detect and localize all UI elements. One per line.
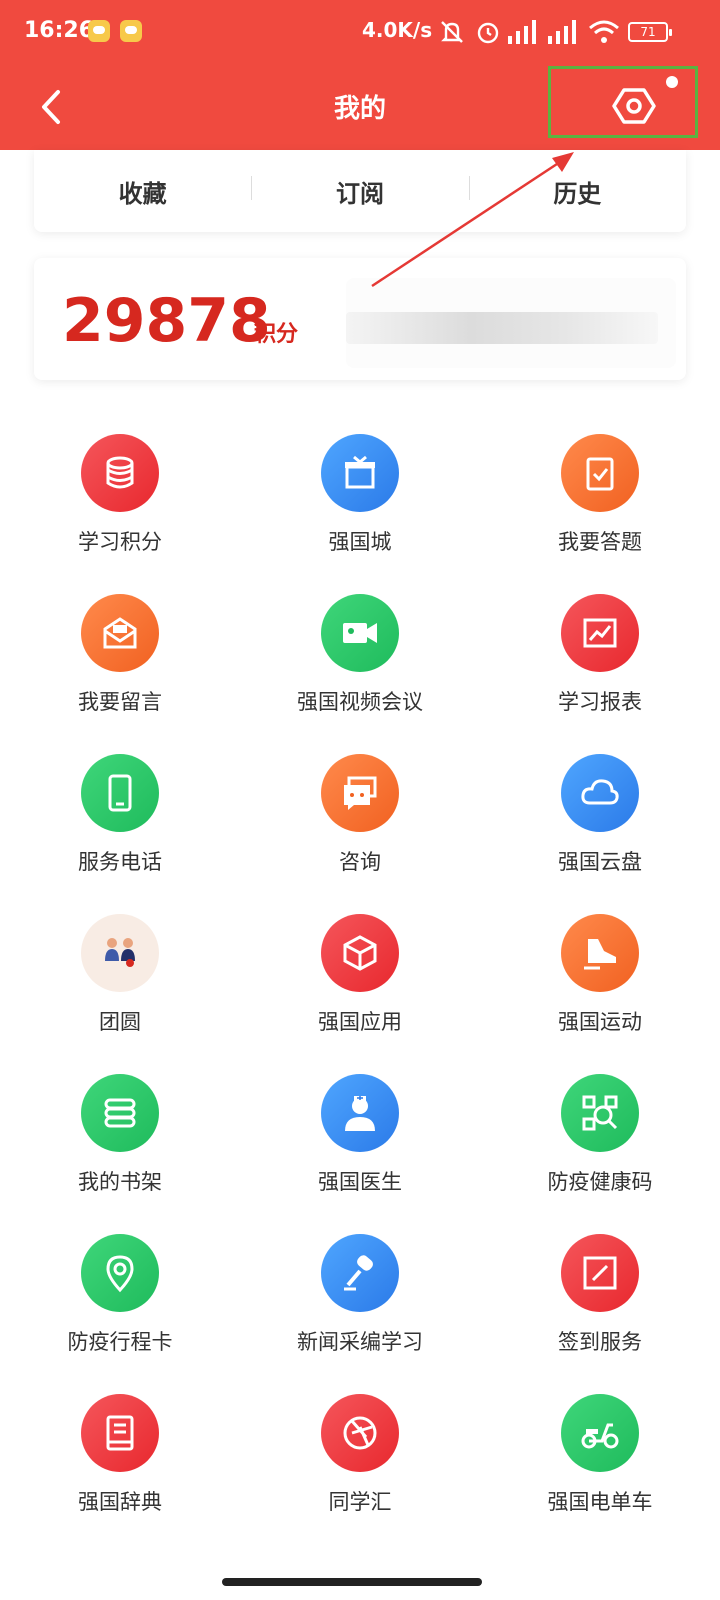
grid-item-message[interactable]: 我要留言 (0, 580, 240, 730)
doctor-icon (345, 1096, 375, 1131)
message-notification-icon (88, 20, 110, 42)
blurred-username (346, 312, 658, 344)
app-header: 我的 (0, 64, 720, 150)
microphone-icon (344, 1255, 373, 1291)
score-value: 29878 (62, 286, 271, 356)
cloud-icon (581, 779, 619, 805)
books-icon (104, 1098, 136, 1128)
score-card[interactable]: 29878 积分 (34, 258, 686, 380)
scooter-icon (581, 1423, 619, 1449)
tab-history[interactable]: 历史 (468, 174, 686, 209)
grid-item-doctor[interactable]: 强国医生 (240, 1060, 480, 1210)
status-time: 16:26 (24, 18, 95, 43)
clipboard-check-icon (586, 457, 614, 491)
chart-icon (583, 618, 617, 648)
score-unit: 积分 (254, 322, 299, 347)
notification-dot (666, 76, 678, 88)
grid-item-cloud-disk[interactable]: 强国云盘 (480, 740, 720, 890)
tabs-card: 收藏 订阅 历史 (34, 150, 686, 232)
gift-icon (345, 455, 375, 489)
grid-item-study-report[interactable]: 学习报表 (480, 580, 720, 730)
sign-in-icon (583, 1256, 617, 1290)
signal-icon (548, 20, 580, 44)
aperture-icon (343, 1416, 377, 1450)
grid-item-sports[interactable]: 强国运动 (480, 900, 720, 1050)
grid-item-quiz[interactable]: 我要答题 (480, 420, 720, 570)
signal-icon (508, 20, 540, 44)
family-icon (105, 938, 135, 967)
wifi-icon (589, 20, 619, 43)
settings-button[interactable] (610, 82, 658, 130)
chat-icon (344, 776, 377, 810)
network-speed: 4.0K/s (362, 18, 433, 42)
mail-icon (103, 617, 137, 649)
grid-item-bookshelf[interactable]: 我的书架 (0, 1060, 240, 1210)
grid-item-travel-card[interactable]: 防疫行程卡 (0, 1220, 240, 1370)
tab-subscriptions[interactable]: 订阅 (251, 174, 468, 209)
grid-item-news-learning[interactable]: 新闻采编学习 (240, 1220, 480, 1370)
mute-icon (441, 21, 463, 43)
sneaker-icon (584, 939, 616, 970)
database-icon (106, 456, 134, 489)
qr-code-icon (582, 1095, 618, 1131)
grid-item-e-bike[interactable]: 强国电单车 (480, 1380, 720, 1530)
grid-item-study-points[interactable]: 学习积分 (0, 420, 240, 570)
dictionary-icon (106, 1415, 134, 1451)
home-indicator[interactable] (222, 1578, 482, 1586)
grid-item-health-code[interactable]: 防疫健康码 (480, 1060, 720, 1210)
grid-item-sign-in[interactable]: 签到服务 (480, 1220, 720, 1370)
cube-icon (343, 935, 377, 971)
message-notification-icon (120, 20, 142, 42)
video-camera-icon (343, 623, 377, 643)
grid-item-dictionary[interactable]: 强国辞典 (0, 1380, 240, 1530)
grid-item-apps[interactable]: 强国应用 (240, 900, 480, 1050)
status-bar: 16:26 4.0K/s 71 (0, 0, 720, 64)
phone-icon (108, 774, 132, 812)
grid-item-video-meeting[interactable]: 强国视频会议 (240, 580, 480, 730)
grid-item-reunion[interactable]: 团圆 (0, 900, 240, 1050)
grid-item-service-phone[interactable]: 服务电话 (0, 740, 240, 890)
grid-item-consult[interactable]: 咨询 (240, 740, 480, 890)
grid-item-mall[interactable]: 强国城 (240, 420, 480, 570)
grid-item-classmates[interactable]: 同学汇 (240, 1380, 480, 1530)
alarm-icon (477, 22, 499, 44)
location-pin-icon (106, 1255, 134, 1293)
battery-icon: 71 (628, 22, 672, 42)
tab-favorites[interactable]: 收藏 (34, 174, 251, 209)
